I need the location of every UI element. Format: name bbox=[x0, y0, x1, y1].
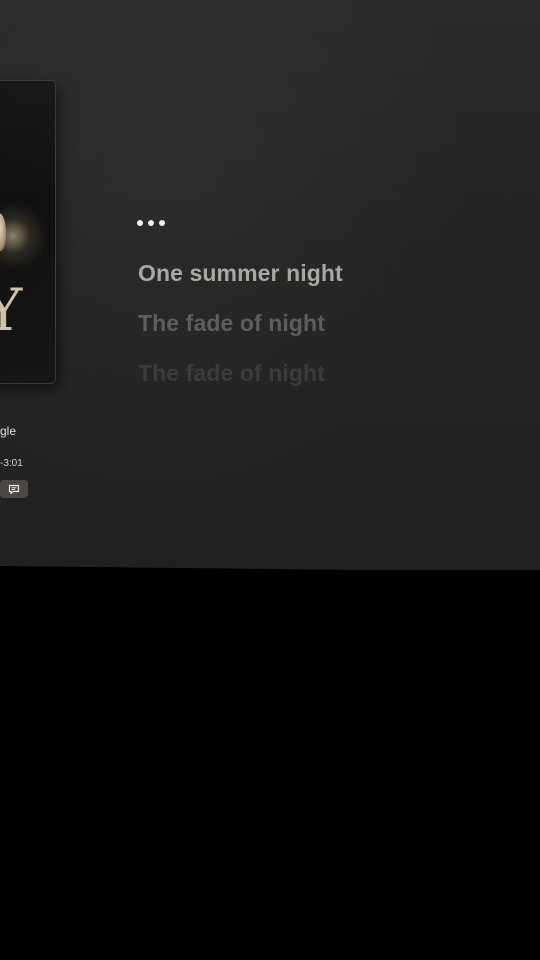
dot bbox=[148, 220, 154, 226]
album-art-lettering: Y bbox=[0, 276, 23, 344]
time-remaining: -3:01 bbox=[0, 458, 23, 469]
lyrics-ellipsis-indicator bbox=[137, 220, 165, 226]
lyrics-button[interactable] bbox=[0, 480, 28, 498]
track-title: gle bbox=[0, 424, 17, 438]
dot bbox=[159, 220, 165, 226]
album-art-glow bbox=[0, 201, 48, 271]
album-art[interactable]: Y bbox=[0, 81, 55, 383]
lyric-line-next[interactable]: The fade of night bbox=[138, 310, 325, 337]
speech-bubble-icon bbox=[8, 484, 20, 494]
lyric-line-active[interactable]: One summer night bbox=[138, 260, 343, 287]
lyric-line-faded[interactable]: The fade of night bbox=[138, 360, 325, 387]
dot bbox=[137, 220, 143, 226]
now-playing-screen: Y gle -3:01 One summer night The fade of… bbox=[0, 0, 540, 570]
